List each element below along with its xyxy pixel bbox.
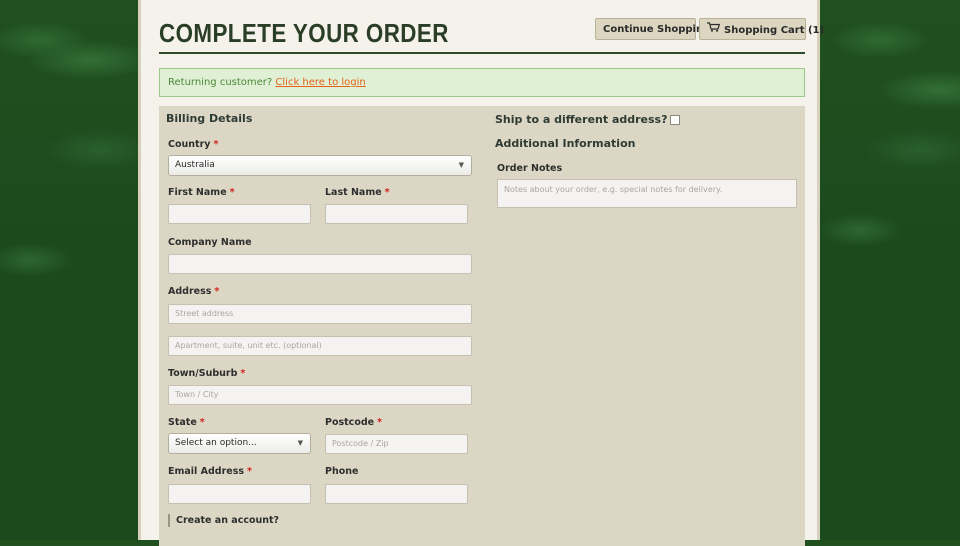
state-select[interactable]: Select an option... ▼ (168, 433, 311, 454)
phone-field[interactable] (325, 484, 468, 504)
phone-label: Phone (325, 466, 359, 477)
postcode-field[interactable]: Postcode / Zip (325, 434, 468, 454)
order-notes-label: Order Notes (497, 163, 563, 174)
email-label: Email Address * (168, 466, 252, 477)
page-title: COMPLETE YOUR ORDER (159, 18, 449, 48)
create-account-checkbox[interactable]: Create an account? (168, 514, 279, 527)
country-select[interactable]: Australia ▼ (168, 155, 472, 176)
ship-different-address: Ship to a different address? (495, 113, 681, 126)
email-field[interactable] (168, 484, 311, 504)
chevron-down-icon: ▼ (297, 439, 303, 447)
country-value: Australia (175, 160, 215, 170)
town-label: Town/Suburb * (168, 368, 246, 379)
shopping-cart-button[interactable]: Shopping Cart (1) (699, 18, 824, 41)
checkout-form: Billing Details Country * Australia ▼ Fir… (159, 106, 805, 546)
login-link[interactable]: Click here to login (275, 77, 365, 88)
cart-label: Shopping Cart (1) (724, 25, 825, 36)
company-name-label: Company Name (168, 237, 252, 248)
street-address-field[interactable]: Street address (168, 304, 472, 324)
page-header: COMPLETE YOUR ORDER Continue Shopping Sh… (159, 14, 824, 54)
address-line2-field[interactable]: Apartment, suite, unit etc. (optional) (168, 336, 472, 356)
town-field[interactable]: Town / City (168, 385, 472, 405)
notice-text: Returning customer? (168, 77, 273, 88)
continue-shopping-button[interactable]: Continue Shopping (595, 18, 710, 40)
state-value: Select an option... (175, 438, 257, 448)
cart-icon (707, 19, 721, 41)
first-name-field[interactable] (168, 204, 311, 224)
last-name-label: Last Name * (325, 187, 390, 198)
postcode-label: Postcode * (325, 417, 383, 428)
checkout-page: COMPLETE YOUR ORDER Continue Shopping Sh… (138, 0, 824, 546)
order-notes-field[interactable]: Notes about your order, e.g. special not… (497, 179, 797, 208)
first-name-label: First Name * (168, 187, 235, 198)
country-label: Country * (168, 139, 219, 150)
last-name-field[interactable] (325, 204, 468, 224)
ship-different-checkbox[interactable] (670, 115, 681, 125)
returning-customer-notice: Returning customer? Click here to login (159, 68, 805, 97)
company-name-field[interactable] (168, 254, 472, 274)
chevron-down-icon: ▼ (458, 161, 464, 169)
address-label: Address * (168, 286, 220, 297)
state-label: State * (168, 417, 205, 428)
billing-details-title: Billing Details (166, 112, 253, 125)
additional-info-title: Additional Information (495, 137, 636, 150)
ship-different-label: Ship to a different address? (495, 113, 668, 126)
